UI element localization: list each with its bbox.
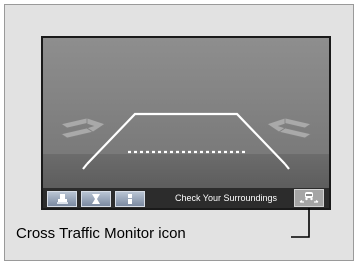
callout-leader-line: [291, 208, 310, 238]
